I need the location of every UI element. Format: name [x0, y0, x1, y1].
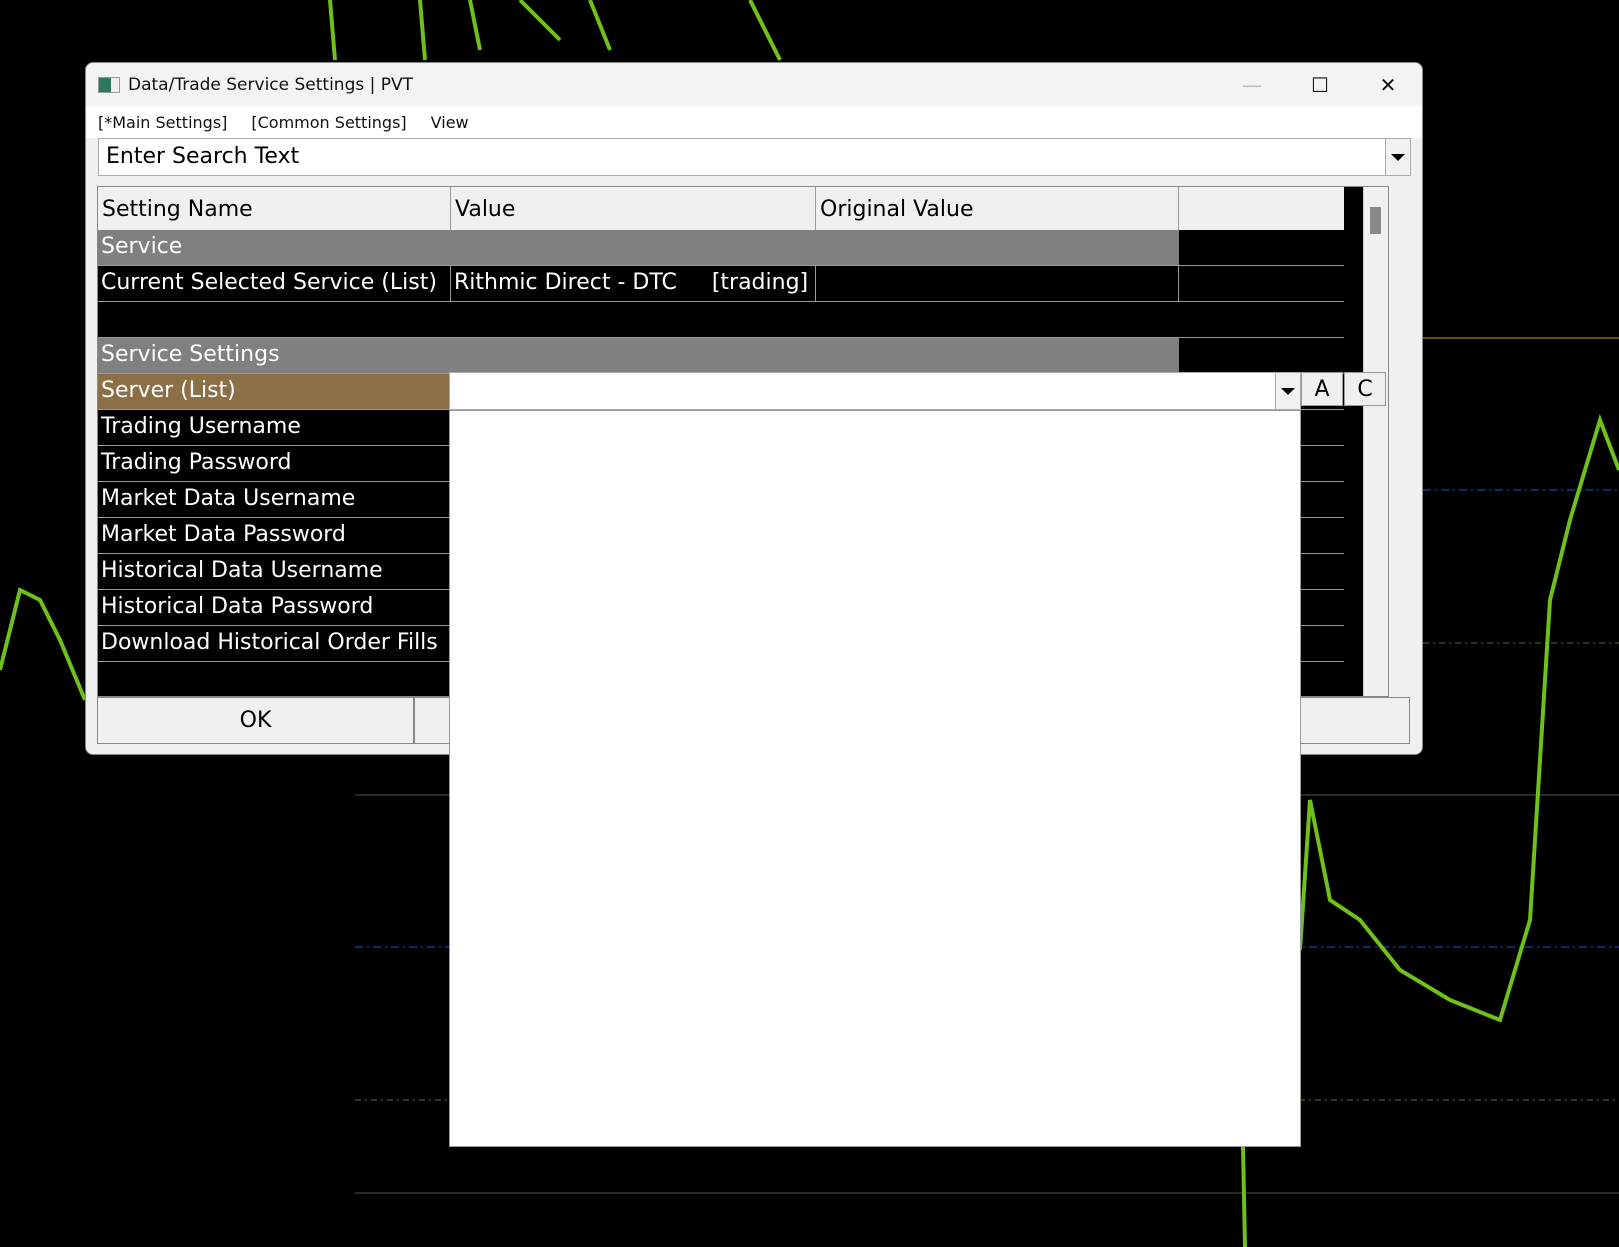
setting-original-value: [816, 266, 1179, 301]
section-row-service-settings[interactable]: Service Settings: [98, 338, 1344, 374]
app-icon: [98, 76, 120, 93]
a-button[interactable]: A: [1301, 372, 1343, 406]
setting-name: Market Data Username: [101, 486, 356, 511]
setting-name: Download Historical Order Fills: [101, 630, 438, 655]
scrollbar-thumb[interactable]: [1370, 207, 1381, 234]
setting-name: Trading Username: [101, 414, 301, 439]
menu-common-settings[interactable]: [Common Settings]: [251, 113, 406, 132]
column-header-original-value[interactable]: Original Value: [816, 187, 1179, 230]
minimize-button[interactable]: —: [1218, 63, 1286, 106]
server-dropdown-list[interactable]: [449, 410, 1301, 1147]
setting-name: Current Selected Service (List): [98, 266, 451, 301]
menu-main-settings[interactable]: [*Main Settings]: [98, 113, 227, 132]
maximize-button[interactable]: ☐: [1286, 63, 1354, 106]
menu-view[interactable]: View: [431, 113, 469, 132]
close-button[interactable]: ✕: [1354, 63, 1422, 106]
setting-name: Historical Data Username: [101, 558, 383, 583]
search-input[interactable]: Enter Search Text: [98, 138, 1411, 176]
section-label: Service Settings: [98, 338, 1179, 373]
setting-name: Historical Data Password: [101, 594, 374, 619]
setting-name: Market Data Password: [101, 522, 346, 547]
vertical-scrollbar[interactable]: [1363, 187, 1388, 696]
menu-bar: [*Main Settings] [Common Settings] View: [86, 106, 1422, 138]
window-title: Data/Trade Service Settings | PVT: [128, 74, 414, 95]
server-combobox[interactable]: [449, 372, 1301, 410]
table-row[interactable]: Current Selected Service (List) Rithmic …: [98, 266, 1344, 302]
section-label: Service: [98, 230, 1179, 265]
column-header-extra: [1179, 187, 1344, 230]
title-bar[interactable]: Data/Trade Service Settings | PVT — ☐ ✕: [86, 63, 1422, 106]
ok-button[interactable]: OK: [98, 698, 415, 743]
chevron-down-icon: [1391, 153, 1405, 161]
search-placeholder: Enter Search Text: [106, 144, 300, 169]
column-header-setting-name[interactable]: Setting Name: [98, 187, 451, 230]
setting-name: Server (List): [98, 374, 451, 409]
section-row-service[interactable]: Service: [98, 230, 1344, 266]
search-dropdown-button[interactable]: [1385, 139, 1410, 175]
chevron-down-icon: [1281, 387, 1295, 395]
setting-name: Trading Password: [101, 450, 292, 475]
setting-value[interactable]: Rithmic Direct - DTC [trading]: [451, 266, 816, 301]
blank-row: [98, 302, 1344, 338]
server-dropdown-button[interactable]: [1275, 373, 1300, 409]
column-header-value[interactable]: Value: [451, 187, 816, 230]
c-button[interactable]: C: [1344, 372, 1386, 406]
